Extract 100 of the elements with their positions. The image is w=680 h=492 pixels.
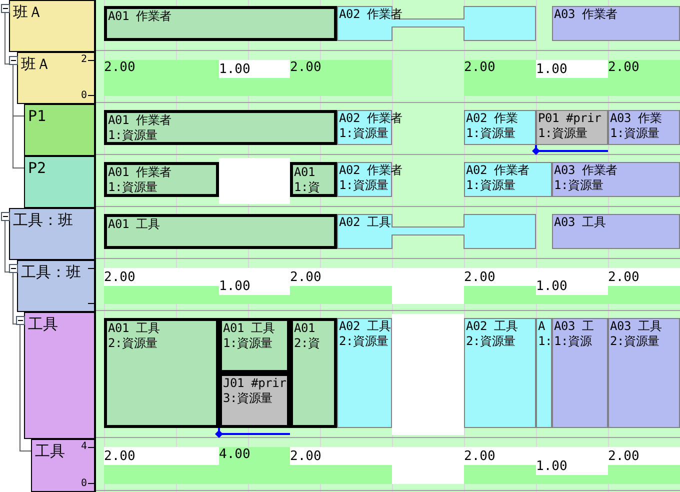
- load-value: 2.00: [104, 449, 136, 465]
- task-bar[interactable]: [104, 318, 219, 428]
- task-detail: 1:資源量: [223, 336, 274, 351]
- collapse-toggle[interactable]: [9, 264, 18, 273]
- task-detail: 2:資源量: [108, 336, 158, 351]
- task-title: A: [538, 319, 546, 334]
- task-detail: 2:資源量: [610, 334, 660, 349]
- task-bar[interactable]: [104, 110, 337, 145]
- task-title: A02 作業者: [466, 163, 530, 178]
- tree-label[interactable]: 工具: [24, 312, 95, 439]
- task-title: A01 作業者: [108, 165, 172, 180]
- collapse-toggle[interactable]: [9, 56, 18, 65]
- task-bar[interactable]: [337, 162, 392, 197]
- load-value: 2.00: [608, 270, 640, 286]
- task-bar[interactable]: [104, 162, 219, 197]
- axis-tick-label: 4: [80, 442, 87, 452]
- load-value: 1.00: [219, 62, 250, 78]
- load-value: 2.00: [464, 60, 496, 76]
- task-bar[interactable]: [552, 6, 680, 41]
- load-value: 2.00: [608, 60, 640, 76]
- axis-tick-label: 0: [80, 479, 87, 489]
- task-title: A03 工具: [554, 215, 606, 230]
- load-value: 2.00: [464, 449, 496, 465]
- task-title: A01 工具: [108, 217, 160, 232]
- task-detail: 1:資源量: [108, 128, 158, 143]
- task-title: A03 工具: [610, 319, 662, 334]
- task-title: J01 #prir: [223, 376, 286, 391]
- task-title: A01: [294, 321, 316, 336]
- task-title: A02 作業者: [339, 111, 402, 126]
- task-bar[interactable]: [552, 162, 680, 197]
- load-value: 2.00: [290, 60, 322, 76]
- task-detail: 2:資: [294, 336, 320, 351]
- task-detail: 1:資源: [554, 334, 593, 349]
- load-value: 4.00: [219, 447, 250, 463]
- tree-label[interactable]: 工具：班: [9, 208, 95, 260]
- row-label: 班Ａ: [21, 55, 51, 73]
- load-value: 1.00: [219, 279, 250, 295]
- task-bar[interactable]: [464, 318, 536, 428]
- collapse-toggle[interactable]: [16, 316, 25, 325]
- task-title: A03 作業者: [554, 7, 618, 22]
- task-title: P01 #prir: [538, 111, 602, 126]
- task-detail: 1:資源量: [466, 178, 516, 193]
- task-bar[interactable]: [290, 162, 337, 197]
- task-title: A01 作業者: [108, 113, 172, 128]
- task-bar[interactable]: [464, 110, 536, 145]
- task-title: A02 工具: [339, 319, 391, 334]
- tree-label[interactable]: 班Ａ: [9, 0, 95, 52]
- load-value: 2.00: [290, 270, 322, 286]
- row-label: 工具：班: [13, 211, 73, 229]
- row-label: P1: [28, 107, 46, 125]
- task-detail: 2:資源量: [339, 334, 390, 349]
- row-label: P2: [28, 159, 46, 177]
- task-title: A02 工具: [466, 319, 518, 334]
- axis-tick-label: 2: [80, 55, 87, 65]
- task-bar[interactable]: [536, 318, 552, 428]
- task-bar[interactable]: [608, 110, 680, 145]
- task-bar[interactable]: [552, 318, 608, 428]
- task-bar[interactable]: [608, 318, 680, 428]
- load-value: 2.00: [608, 449, 640, 465]
- task-bar[interactable]: [104, 6, 337, 41]
- task-title: A03 作業者: [554, 163, 618, 178]
- task-detail: 1:資: [294, 180, 320, 195]
- tree-label[interactable]: 工具：班: [17, 260, 95, 312]
- task-detail: 1:資源量: [339, 178, 390, 193]
- task-bar[interactable]: [337, 6, 536, 41]
- task-detail: 1:資源量: [108, 180, 158, 195]
- task-title: A01 工具: [223, 321, 275, 336]
- task-title: A02 工具: [339, 215, 391, 230]
- task-detail: 1:: [538, 334, 552, 349]
- task-title: A02 作業: [466, 111, 518, 126]
- task-bar[interactable]: [536, 110, 608, 145]
- task-title: A02 作業者: [339, 7, 402, 22]
- task-bar[interactable]: [290, 318, 337, 428]
- load-value: 1.00: [536, 459, 568, 475]
- task-title: A01: [294, 165, 316, 180]
- load-value: 1.00: [536, 62, 568, 78]
- row-label: 工具: [35, 442, 65, 460]
- row-label: 工具：班: [21, 263, 81, 281]
- task-title: A03 工: [554, 319, 594, 334]
- load-value: 2.00: [104, 60, 136, 76]
- row-label: 工具: [28, 315, 58, 333]
- task-bar[interactable]: [337, 318, 392, 428]
- collapse-toggle[interactable]: [1, 212, 10, 221]
- axis-tick-label: 0: [80, 91, 87, 101]
- load-value: 2.00: [290, 449, 322, 465]
- task-bar[interactable]: [219, 373, 290, 428]
- task-bar[interactable]: [337, 110, 392, 145]
- task-detail: 1:資源量: [610, 126, 660, 141]
- tree-label[interactable]: P2: [24, 156, 95, 208]
- task-title: A01 作業者: [108, 9, 172, 24]
- task-bar[interactable]: [219, 318, 290, 373]
- task-bar[interactable]: [552, 214, 680, 249]
- task-bar[interactable]: [104, 214, 337, 249]
- task-detail: 3:資源量: [223, 391, 274, 406]
- task-title: A02 作業者: [339, 163, 402, 178]
- task-bar[interactable]: [464, 162, 552, 197]
- tree-label[interactable]: P1: [24, 104, 95, 156]
- task-detail: 1:資源量: [466, 126, 516, 141]
- empty-slot: [219, 158, 290, 204]
- collapse-toggle[interactable]: [1, 4, 10, 13]
